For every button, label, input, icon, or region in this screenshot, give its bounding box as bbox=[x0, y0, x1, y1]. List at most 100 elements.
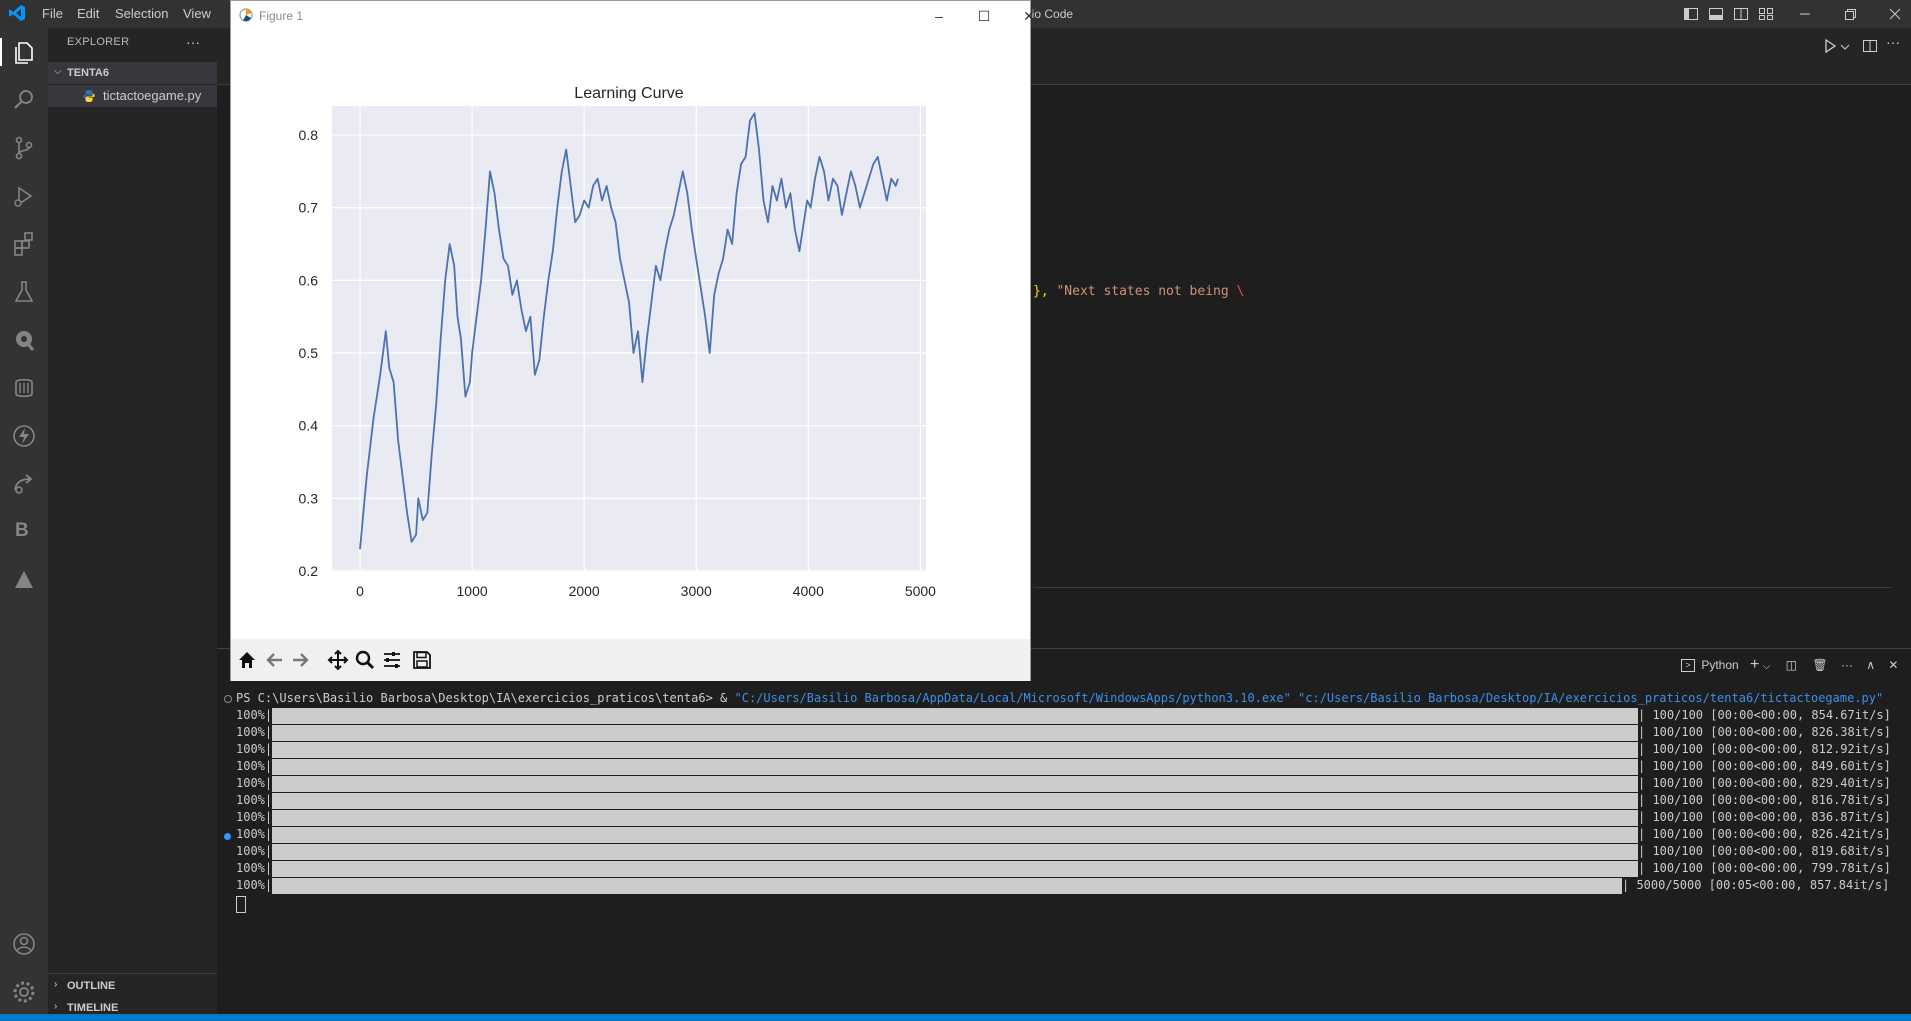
zoom-icon[interactable] bbox=[354, 649, 376, 671]
save-icon[interactable] bbox=[411, 649, 433, 671]
figure-window[interactable]: Figure 1 – ☐ ✕ 0 1000 2000 3000 4000 5000 0.2 0… bbox=[230, 0, 1035, 681]
source-control-icon[interactable] bbox=[10, 134, 38, 162]
azure-icon[interactable] bbox=[10, 566, 38, 594]
run-icon[interactable] bbox=[1822, 38, 1838, 54]
account-icon[interactable] bbox=[10, 930, 38, 958]
panel-toolbar: > Python + ⌵ ◫ 🗑 ··· ∧ ✕ bbox=[1681, 656, 1898, 676]
add-terminal-icon[interactable]: + bbox=[1750, 656, 1759, 673]
progress-line: 100%| | 100/100 [00:00<00:00, 826.42it/s] bbox=[236, 826, 1891, 843]
remote-explorer-icon[interactable] bbox=[10, 326, 38, 354]
y-tick-label: 0.6 bbox=[299, 272, 319, 288]
python-file-icon bbox=[83, 90, 95, 102]
testing-icon[interactable] bbox=[10, 278, 38, 306]
script-path: "c:/Users/Basilio Barbosa/Desktop/IA/exe… bbox=[1298, 691, 1884, 705]
progress-stat: | 100/100 [00:00<00:00, 854.67it/s] bbox=[1638, 708, 1891, 722]
live-share-icon[interactable] bbox=[10, 470, 38, 498]
maximize-panel-icon[interactable]: ∧ bbox=[1866, 658, 1875, 672]
figure-titlebar[interactable] bbox=[231, 1, 1030, 31]
minimize-icon[interactable] bbox=[1797, 6, 1813, 22]
x-tick-label: 3000 bbox=[681, 583, 712, 599]
close-panel-icon[interactable]: ✕ bbox=[1888, 658, 1898, 672]
progress-line: 100%| | 100/100 [00:00<00:00, 849.60it/s] bbox=[236, 758, 1891, 775]
toggle-panel-icon[interactable] bbox=[1708, 6, 1724, 22]
toggle-secondary-sidebar-icon[interactable] bbox=[1733, 6, 1749, 22]
lightning-icon[interactable] bbox=[10, 422, 38, 450]
more-actions-icon[interactable]: ··· bbox=[1886, 34, 1900, 50]
code-line[interactable]: }, "Next states not being \ bbox=[1033, 284, 1244, 299]
run-debug-icon[interactable] bbox=[10, 182, 38, 210]
terminal-output[interactable]: PS C:\Users\Basilio Barbosa\Desktop\IA\e… bbox=[236, 690, 1891, 913]
x-tick-label: 2000 bbox=[569, 583, 600, 599]
terminal-command-line: PS C:\Users\Basilio Barbosa\Desktop\IA\e… bbox=[236, 690, 1883, 707]
progress-bar bbox=[272, 742, 1638, 758]
status-bar bbox=[0, 1014, 1911, 1021]
progress-line: 100%| | 100/100 [00:00<00:00, 829.40it/s] bbox=[236, 775, 1891, 792]
search-icon[interactable] bbox=[10, 86, 38, 114]
customize-layout-icon[interactable] bbox=[1758, 6, 1774, 22]
code-escape: \ bbox=[1236, 284, 1245, 299]
progress-percent: 100%| bbox=[236, 776, 273, 790]
progress-bar bbox=[272, 861, 1638, 877]
folder-label: TENTA6 bbox=[67, 67, 109, 79]
toggle-sidebar-icon[interactable] bbox=[1683, 6, 1699, 22]
prompt-text: PS C:\Users\Basilio Barbosa\Desktop\IA\e… bbox=[236, 691, 735, 705]
terminal-icon[interactable]: > bbox=[1681, 659, 1695, 673]
progress-stat: | 100/100 [00:00<00:00, 816.78it/s] bbox=[1638, 793, 1891, 807]
configure-subplots-icon[interactable] bbox=[381, 649, 403, 671]
progress-stat: | 100/100 [00:00<00:00, 826.42it/s] bbox=[1638, 827, 1891, 841]
figure-maximize-icon[interactable]: ☐ bbox=[964, 5, 1004, 27]
split-editor-icon[interactable] bbox=[1862, 38, 1878, 54]
command-success-icon[interactable] bbox=[224, 833, 231, 840]
figure-minimize-icon[interactable]: – bbox=[919, 5, 959, 27]
command-decoration-icon[interactable] bbox=[224, 695, 232, 703]
menu-selection[interactable]: Selection bbox=[115, 0, 168, 28]
home-icon[interactable] bbox=[236, 649, 258, 671]
progress-stat: | 100/100 [00:00<00:00, 799.78it/s] bbox=[1638, 861, 1891, 875]
progress-percent: 100%| bbox=[236, 759, 273, 773]
progress-line: 100%| | 100/100 [00:00<00:00, 836.87it/s] bbox=[236, 809, 1891, 826]
progress-percent: 100%| bbox=[236, 708, 273, 722]
figure-close-icon[interactable]: ✕ bbox=[1009, 5, 1049, 27]
python-path: "C:/Users/Basilio Barbosa/AppData/Local/… bbox=[734, 691, 1291, 705]
menu-file[interactable]: File bbox=[42, 0, 63, 28]
pan-icon[interactable] bbox=[327, 649, 349, 671]
menu-view[interactable]: View bbox=[183, 0, 211, 28]
progress-percent: 100%| bbox=[236, 742, 273, 756]
outline-label: OUTLINE bbox=[67, 980, 116, 992]
progress-bar bbox=[272, 810, 1638, 826]
chevron-down-icon[interactable] bbox=[1840, 42, 1850, 52]
figure-toolbar bbox=[231, 639, 1030, 681]
progress-percent: 100%| bbox=[236, 878, 273, 892]
restore-icon[interactable] bbox=[1842, 6, 1858, 22]
chevron-right-icon[interactable]: › bbox=[54, 1001, 57, 1012]
settings-gear-icon[interactable] bbox=[10, 978, 38, 1006]
progress-bar bbox=[272, 708, 1638, 724]
x-tick-label: 4000 bbox=[793, 583, 824, 599]
more-actions-icon[interactable]: ··· bbox=[1841, 658, 1853, 672]
forward-arrow-icon[interactable] bbox=[290, 649, 312, 671]
chevron-right-icon[interactable]: › bbox=[54, 979, 57, 990]
chart-title: Learning Curve bbox=[574, 85, 684, 102]
figure-title: Figure 1 bbox=[259, 9, 304, 23]
explorer-more-button[interactable]: ··· bbox=[186, 34, 200, 50]
close-window-icon[interactable] bbox=[1887, 6, 1903, 22]
kill-terminal-icon[interactable]: 🗑 bbox=[1812, 658, 1827, 672]
chevron-down-icon[interactable]: ⌵ bbox=[54, 66, 62, 77]
back-arrow-icon[interactable] bbox=[263, 649, 285, 671]
sidebar bbox=[48, 28, 217, 1021]
active-indicator bbox=[0, 38, 2, 66]
progress-bar bbox=[272, 827, 1638, 843]
progress-percent: 100%| bbox=[236, 810, 273, 824]
terminal-name[interactable]: Python bbox=[1701, 658, 1738, 672]
y-tick-label: 0.8 bbox=[299, 127, 319, 143]
docker-icon[interactable] bbox=[10, 374, 38, 402]
b-extension-icon[interactable]: B bbox=[15, 520, 29, 542]
chevron-down-icon[interactable]: ⌵ bbox=[1763, 661, 1771, 672]
explorer-icon[interactable] bbox=[10, 38, 38, 66]
y-tick-label: 0.4 bbox=[299, 418, 319, 434]
split-terminal-icon[interactable]: ◫ bbox=[1786, 658, 1797, 672]
progress-stat: | 100/100 [00:00<00:00, 826.38it/s] bbox=[1638, 725, 1891, 739]
extensions-icon[interactable] bbox=[10, 230, 38, 258]
menu-edit[interactable]: Edit bbox=[77, 0, 99, 28]
editor-scrollbar[interactable] bbox=[1033, 587, 1891, 588]
